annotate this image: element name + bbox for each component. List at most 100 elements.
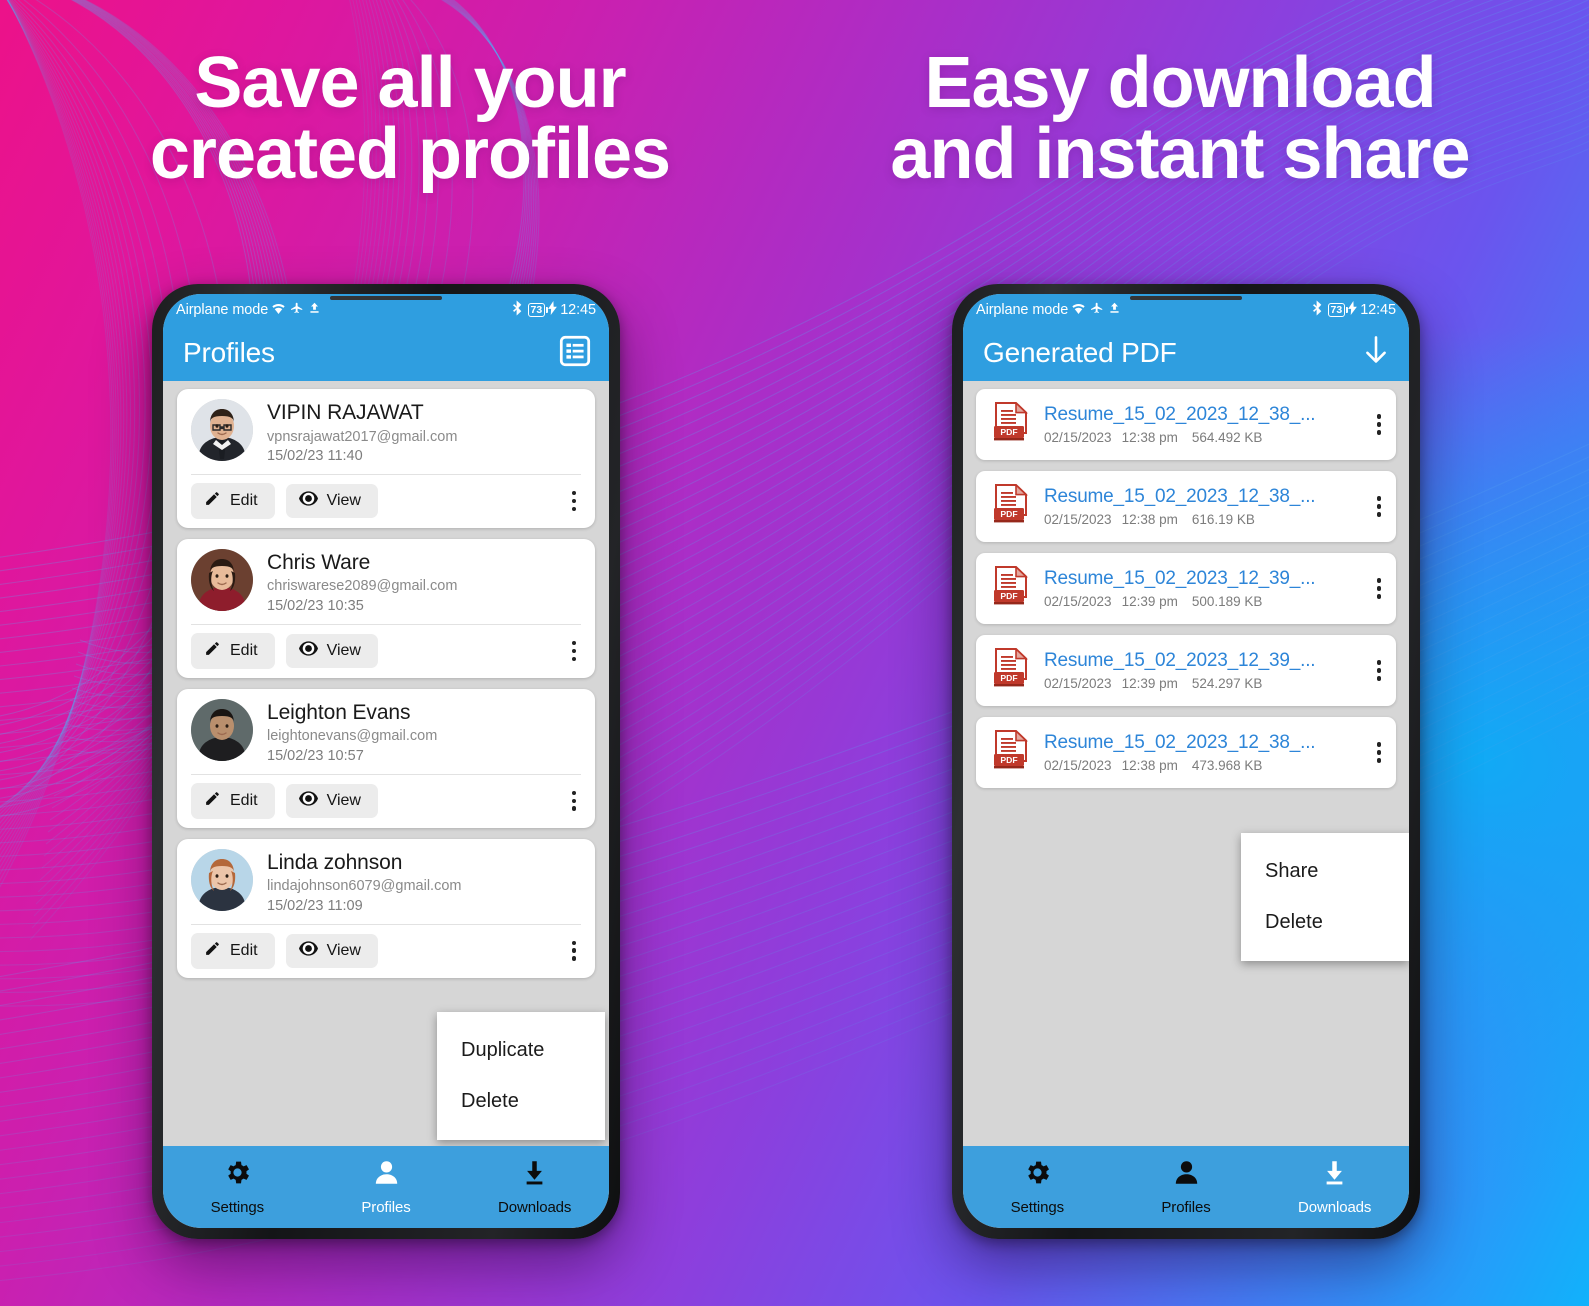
edit-button[interactable]: Edit bbox=[191, 932, 275, 969]
pencil-icon bbox=[204, 640, 221, 662]
upload-icon bbox=[1107, 301, 1122, 319]
pdf-list-item[interactable]: PDF Resume_15_02_2023_12_39_... 02/15/20… bbox=[976, 553, 1396, 624]
pencil-icon bbox=[206, 941, 219, 955]
view-button[interactable]: View bbox=[285, 483, 378, 518]
eye-icon bbox=[298, 641, 318, 661]
view-label: View bbox=[326, 791, 361, 809]
pdf-file-name[interactable]: Resume_15_02_2023_12_39_... bbox=[1044, 650, 1356, 672]
profile-overflow-menu-button[interactable] bbox=[565, 786, 583, 816]
pdf-list-item[interactable]: PDF Resume_15_02_2023_12_38_... 02/15/20… bbox=[976, 389, 1396, 460]
view-label: View bbox=[326, 641, 361, 659]
edit-label: Edit bbox=[230, 641, 258, 659]
pdf-list-item[interactable]: PDF Resume_15_02_2023_12_38_... 02/15/20… bbox=[976, 717, 1396, 788]
profile-card[interactable]: Leighton Evans leightonevans@gmail.com 1… bbox=[177, 688, 595, 828]
download-icon bbox=[1326, 1161, 1343, 1185]
nav-item-profiles[interactable]: Profiles bbox=[1112, 1146, 1261, 1228]
page-title-profiles: Profiles bbox=[183, 337, 275, 368]
profile-actions: Edit View bbox=[177, 775, 595, 828]
context-menu-item[interactable]: Duplicate bbox=[437, 1025, 605, 1076]
edit-button[interactable]: Edit bbox=[191, 782, 275, 819]
pdf-file-size: 473.968 KB bbox=[1191, 758, 1263, 773]
pdf-file-size: 564.492 KB bbox=[1191, 430, 1263, 445]
nav-item-downloads[interactable]: Downloads bbox=[1260, 1146, 1409, 1228]
eye-icon bbox=[298, 791, 318, 811]
pdf-overflow-menu-button[interactable] bbox=[1370, 737, 1388, 767]
profile-overflow-menu-button[interactable] bbox=[565, 486, 583, 516]
eye-icon bbox=[298, 491, 318, 511]
download-icon bbox=[526, 1161, 543, 1185]
profile-card[interactable]: VIPIN RAJAWAT vpnsrajawat2017@gmail.com … bbox=[177, 389, 595, 528]
pencil-icon bbox=[204, 490, 221, 512]
wifi-icon bbox=[270, 301, 287, 319]
person-icon bbox=[1175, 1161, 1197, 1184]
profile-overflow-menu-button[interactable] bbox=[565, 636, 583, 666]
edit-button[interactable]: Edit bbox=[191, 632, 275, 669]
list-view-icon[interactable] bbox=[559, 335, 591, 372]
profile-date: 15/02/23 11:40 bbox=[267, 448, 363, 465]
nav-label: Settings bbox=[1010, 1199, 1065, 1216]
profile-actions: Edit View bbox=[177, 925, 595, 978]
avatar bbox=[191, 399, 253, 461]
airplane-mode-label: Airplane mode bbox=[976, 301, 1069, 318]
profile-date: 15/02/23 10:35 bbox=[267, 598, 364, 614]
context-menu-item[interactable]: Share bbox=[1241, 846, 1409, 897]
view-button[interactable]: View bbox=[285, 633, 378, 668]
profile-name: Chris Ware bbox=[267, 550, 371, 574]
gear-icon bbox=[228, 1161, 249, 1184]
gear-icon bbox=[223, 1158, 252, 1192]
nav-item-downloads[interactable]: Downloads bbox=[460, 1146, 609, 1228]
svg-text:PDF: PDF bbox=[1000, 673, 1017, 683]
pdf-file-name[interactable]: Resume_15_02_2023_12_39_... bbox=[1044, 568, 1356, 590]
pdf-file-date: 02/15/2023 bbox=[1044, 758, 1112, 773]
pdf-file-icon: PDF bbox=[994, 729, 1028, 769]
profile-actions: Edit View bbox=[177, 475, 595, 528]
headline-left: Save all your created profiles bbox=[60, 47, 760, 189]
pdf-file-name[interactable]: Resume_15_02_2023_12_38_... bbox=[1044, 404, 1356, 426]
view-button[interactable]: View bbox=[285, 933, 378, 968]
pdf-file-date: 02/15/2023 bbox=[1044, 676, 1112, 691]
pdf-list-item[interactable]: PDF Resume_15_02_2023_12_38_... 02/15/20… bbox=[976, 471, 1396, 542]
nav-label: Settings bbox=[210, 1199, 265, 1216]
view-button[interactable]: View bbox=[285, 783, 378, 818]
pdf-file-name[interactable]: Resume_15_02_2023_12_38_... bbox=[1044, 486, 1356, 508]
profile-date: 15/02/23 10:57 bbox=[267, 747, 364, 764]
profile-summary: Chris Ware chriswarese2089@gmail.com 15/… bbox=[177, 548, 595, 624]
edit-button[interactable]: Edit bbox=[191, 482, 275, 519]
pdf-overflow-menu-button[interactable] bbox=[1370, 573, 1388, 603]
svg-text:PDF: PDF bbox=[1000, 591, 1017, 601]
nav-item-settings[interactable]: Settings bbox=[163, 1146, 312, 1228]
person-icon bbox=[1173, 1158, 1200, 1192]
profile-overflow-menu-button[interactable] bbox=[565, 936, 583, 966]
svg-text:PDF: PDF bbox=[1000, 427, 1017, 437]
pdf-list-item[interactable]: PDF Resume_15_02_2023_12_39_... 02/15/20… bbox=[976, 635, 1396, 706]
profile-summary: Linda zohnson lindajohnson6079@gmail.com… bbox=[177, 848, 595, 924]
nav-item-profiles[interactable]: Profiles bbox=[312, 1146, 461, 1228]
bluetooth-icon bbox=[1311, 299, 1324, 320]
avatar bbox=[191, 848, 253, 911]
nav-item-settings[interactable]: Settings bbox=[963, 1146, 1112, 1228]
pdf-overflow-menu-button[interactable] bbox=[1370, 491, 1388, 521]
upload-icon bbox=[307, 301, 322, 319]
earpiece-speaker bbox=[330, 296, 442, 300]
profile-card[interactable]: Chris Ware chriswarese2089@gmail.com 15/… bbox=[177, 538, 595, 678]
pdf-overflow-menu-button[interactable] bbox=[1370, 655, 1388, 685]
pdf-context-menu[interactable]: Share Delete bbox=[1241, 833, 1409, 961]
eye-icon bbox=[298, 491, 318, 506]
download-icon bbox=[1321, 1158, 1348, 1192]
download-arrow-icon[interactable] bbox=[1361, 335, 1391, 372]
profile-context-menu[interactable]: Duplicate Delete bbox=[437, 1012, 605, 1140]
phone-right: Airplane mode 73 12:45 Generated PDF PDF… bbox=[952, 284, 1420, 1239]
headline-right-line2: and instant share bbox=[890, 113, 1470, 194]
wifi-icon bbox=[1070, 301, 1087, 319]
bottom-nav-left: Settings Profiles Downloads bbox=[163, 1146, 609, 1228]
pencil-icon bbox=[204, 940, 221, 962]
context-menu-item[interactable]: Delete bbox=[437, 1076, 605, 1127]
pencil-icon bbox=[206, 641, 219, 655]
battery-indicator: 73 bbox=[1327, 302, 1348, 317]
profile-card[interactable]: Linda zohnson lindajohnson6079@gmail.com… bbox=[177, 838, 595, 978]
view-label: View bbox=[326, 941, 361, 959]
context-menu-item[interactable]: Delete bbox=[1241, 897, 1409, 948]
profile-info: Linda zohnson lindajohnson6079@gmail.com… bbox=[267, 849, 461, 916]
pdf-overflow-menu-button[interactable] bbox=[1370, 409, 1388, 439]
pdf-file-name[interactable]: Resume_15_02_2023_12_38_... bbox=[1044, 732, 1356, 754]
